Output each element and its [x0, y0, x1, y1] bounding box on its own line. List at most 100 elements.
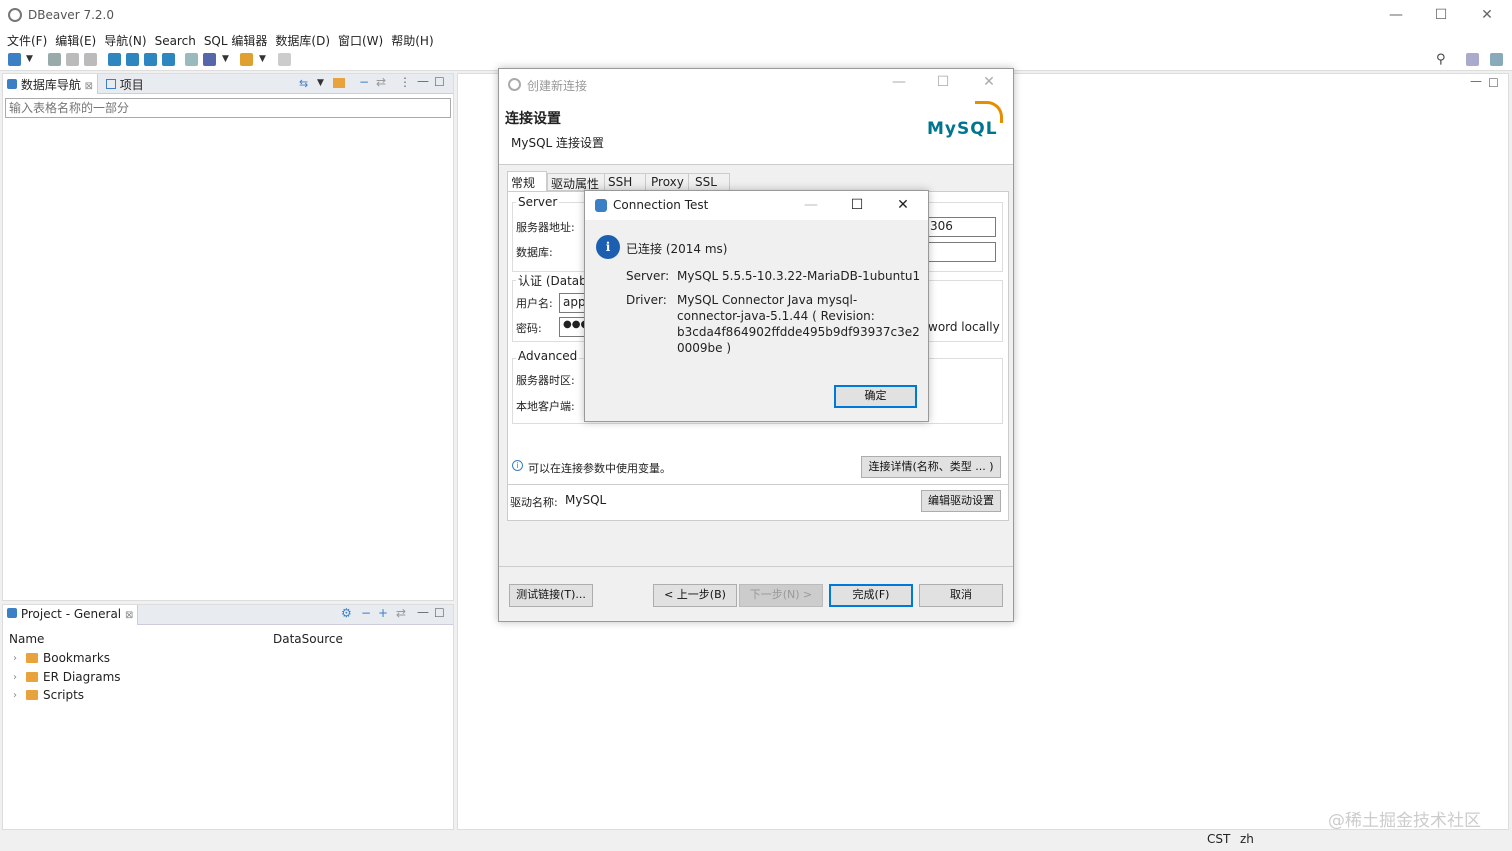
close-icon[interactable]: ✕	[969, 71, 1009, 93]
maximize-icon[interactable]: ☐	[1421, 4, 1461, 26]
port-field[interactable]: 306	[926, 217, 996, 237]
dbeaver-perspective-icon[interactable]	[1490, 53, 1503, 66]
maximize-icon[interactable]: ☐	[923, 71, 963, 93]
minimize-icon[interactable]: —	[879, 71, 919, 93]
connection-tabs: 常规 驱动属性 SSH Proxy SSL	[507, 171, 1007, 192]
new-folder-icon[interactable]	[333, 78, 345, 88]
finish-button[interactable]: 完成(F)	[829, 584, 913, 607]
database-field[interactable]	[926, 242, 996, 262]
tools-icon[interactable]	[240, 53, 253, 66]
close-tab-icon[interactable]: ⊠	[125, 610, 133, 621]
menu-help[interactable]: 帮助(H)	[391, 32, 433, 49]
tab-driver-properties[interactable]: 驱动属性	[547, 173, 605, 191]
edit-driver-button[interactable]: 编辑驱动设置	[921, 490, 1001, 512]
database-icon[interactable]	[203, 53, 216, 66]
advanced-group-label: Advanced	[516, 349, 580, 363]
connect-icon[interactable]	[48, 53, 61, 66]
project-icon	[7, 608, 17, 618]
minimize-view-icon[interactable]: —	[417, 74, 429, 88]
driver-label: Driver:	[626, 293, 667, 307]
link-icon[interactable]: ⇄	[396, 606, 406, 620]
dropdown-icon[interactable]: ▼	[222, 54, 229, 64]
test-connection-button[interactable]: 测试链接(T)...	[509, 584, 593, 607]
chevron-right-icon[interactable]: ›	[13, 653, 21, 664]
tab-ssl[interactable]: SSL	[688, 173, 730, 191]
minimize-view-icon[interactable]: —	[1470, 74, 1482, 88]
connection-test-dialog: Connection Test — ☐ ✕ i 已连接 (2014 ms) Se…	[584, 190, 929, 422]
close-icon[interactable]: ✕	[883, 194, 923, 216]
window-titlebar: DBeaver 7.2.0 — ☐ ✕	[0, 0, 1512, 31]
close-icon[interactable]: ✕	[1467, 4, 1507, 26]
table-filter-input[interactable]	[5, 98, 451, 118]
refresh-icon[interactable]	[108, 53, 121, 66]
menu-search[interactable]: Search	[155, 34, 196, 48]
dropdown-icon[interactable]: ▼	[26, 54, 33, 64]
open-perspective-icon[interactable]	[1466, 53, 1479, 66]
maximize-view-icon[interactable]: ☐	[434, 606, 445, 620]
database-icon	[595, 199, 607, 212]
back-icon[interactable]	[278, 53, 291, 66]
close-tab-icon[interactable]: ⊠	[85, 81, 93, 92]
test-dialog-title: Connection Test	[613, 198, 709, 212]
chevron-right-icon[interactable]: ›	[13, 672, 21, 683]
new-connection-icon[interactable]	[8, 53, 21, 66]
connection-details-button[interactable]: 连接详情(名称、类型 ... )	[861, 456, 1001, 478]
settings-icon[interactable]: ⚙	[341, 606, 352, 620]
info-icon: i	[512, 460, 523, 471]
link-editor-icon[interactable]: ⇆	[299, 77, 308, 90]
view-menu-icon[interactable]: ⋮	[399, 75, 411, 89]
password-label: 密码:	[516, 322, 542, 335]
tree-item-scripts[interactable]: › Scripts	[13, 688, 84, 702]
diagrams-folder-icon	[26, 672, 38, 682]
maximize-view-icon[interactable]: ☐	[1488, 76, 1499, 90]
disconnect-all-icon[interactable]	[84, 53, 97, 66]
dolphin-icon	[975, 101, 1003, 123]
maximize-icon[interactable]: ☐	[837, 194, 877, 216]
driver-value-line: MySQL Connector Java mysql-	[677, 293, 858, 307]
connection-dialog-title: 创建新连接	[527, 79, 588, 93]
save-password-label[interactable]: word locally	[928, 320, 1000, 334]
project-tab-strip: Project - General ⊠ ⚙ − + ⇄ — ☐	[3, 605, 453, 625]
menu-window[interactable]: 窗口(W)	[338, 32, 383, 49]
minimize-icon[interactable]: —	[791, 194, 831, 216]
collapse-icon[interactable]: −	[361, 606, 371, 620]
tab-general[interactable]: 常规	[507, 171, 547, 192]
tab-database-navigator[interactable]: 数据库导航 ⊠	[3, 74, 99, 94]
search-icon[interactable]: ⚲	[1436, 52, 1446, 67]
menu-sql-editor[interactable]: SQL 编辑器	[204, 32, 268, 49]
tab-ssh[interactable]: SSH	[604, 173, 646, 191]
cancel-button[interactable]: 取消	[919, 584, 1003, 607]
menu-database[interactable]: 数据库(D)	[275, 32, 330, 49]
tab-project-general[interactable]: Project - General ⊠	[3, 605, 139, 625]
tab-project[interactable]: 项目	[102, 74, 148, 95]
dropdown-icon[interactable]: ▼	[317, 78, 324, 88]
commit-icon[interactable]	[126, 53, 139, 66]
back-button[interactable]: < 上一步(B)	[653, 584, 737, 607]
tree-item-er-diagrams[interactable]: › ER Diagrams	[13, 670, 121, 684]
tree-item-bookmarks[interactable]: › Bookmarks	[13, 651, 110, 665]
column-header-datasource[interactable]: DataSource	[273, 632, 343, 646]
menu-navigate[interactable]: 导航(N)	[104, 32, 146, 49]
menu-edit[interactable]: 编辑(E)	[55, 32, 96, 49]
disconnect-icon[interactable]	[66, 53, 79, 66]
maximize-view-icon[interactable]: ☐	[434, 75, 445, 89]
transaction-icon[interactable]	[162, 53, 175, 66]
ok-button[interactable]: 确定	[834, 385, 917, 408]
column-header-name[interactable]: Name	[9, 632, 44, 646]
link-icon[interactable]: ⇄	[376, 75, 386, 89]
rollback-icon[interactable]	[144, 53, 157, 66]
navigator-tab-strip: 数据库导航 ⊠ 项目 ⇆ ▼ − ⇄ ⋮ — ☐	[3, 74, 453, 94]
tab-proxy[interactable]: Proxy	[645, 173, 689, 191]
connection-settings-subheading: MySQL 连接设置	[511, 136, 605, 150]
menu-file[interactable]: 文件(F)	[7, 32, 47, 49]
menu-bar: 文件(F) 编辑(E) 导航(N) Search SQL 编辑器 数据库(D) …	[0, 31, 1512, 50]
chevron-right-icon[interactable]: ›	[13, 690, 21, 701]
navigator-icon	[7, 79, 17, 89]
minimize-view-icon[interactable]: —	[417, 605, 429, 619]
minimize-icon[interactable]: —	[1376, 4, 1416, 26]
add-icon[interactable]: +	[378, 606, 388, 620]
next-button[interactable]: 下一步(N) >	[739, 584, 823, 607]
collapse-icon[interactable]: −	[359, 75, 369, 89]
sql-icon[interactable]	[185, 53, 198, 66]
dropdown-icon[interactable]: ▼	[259, 54, 266, 64]
